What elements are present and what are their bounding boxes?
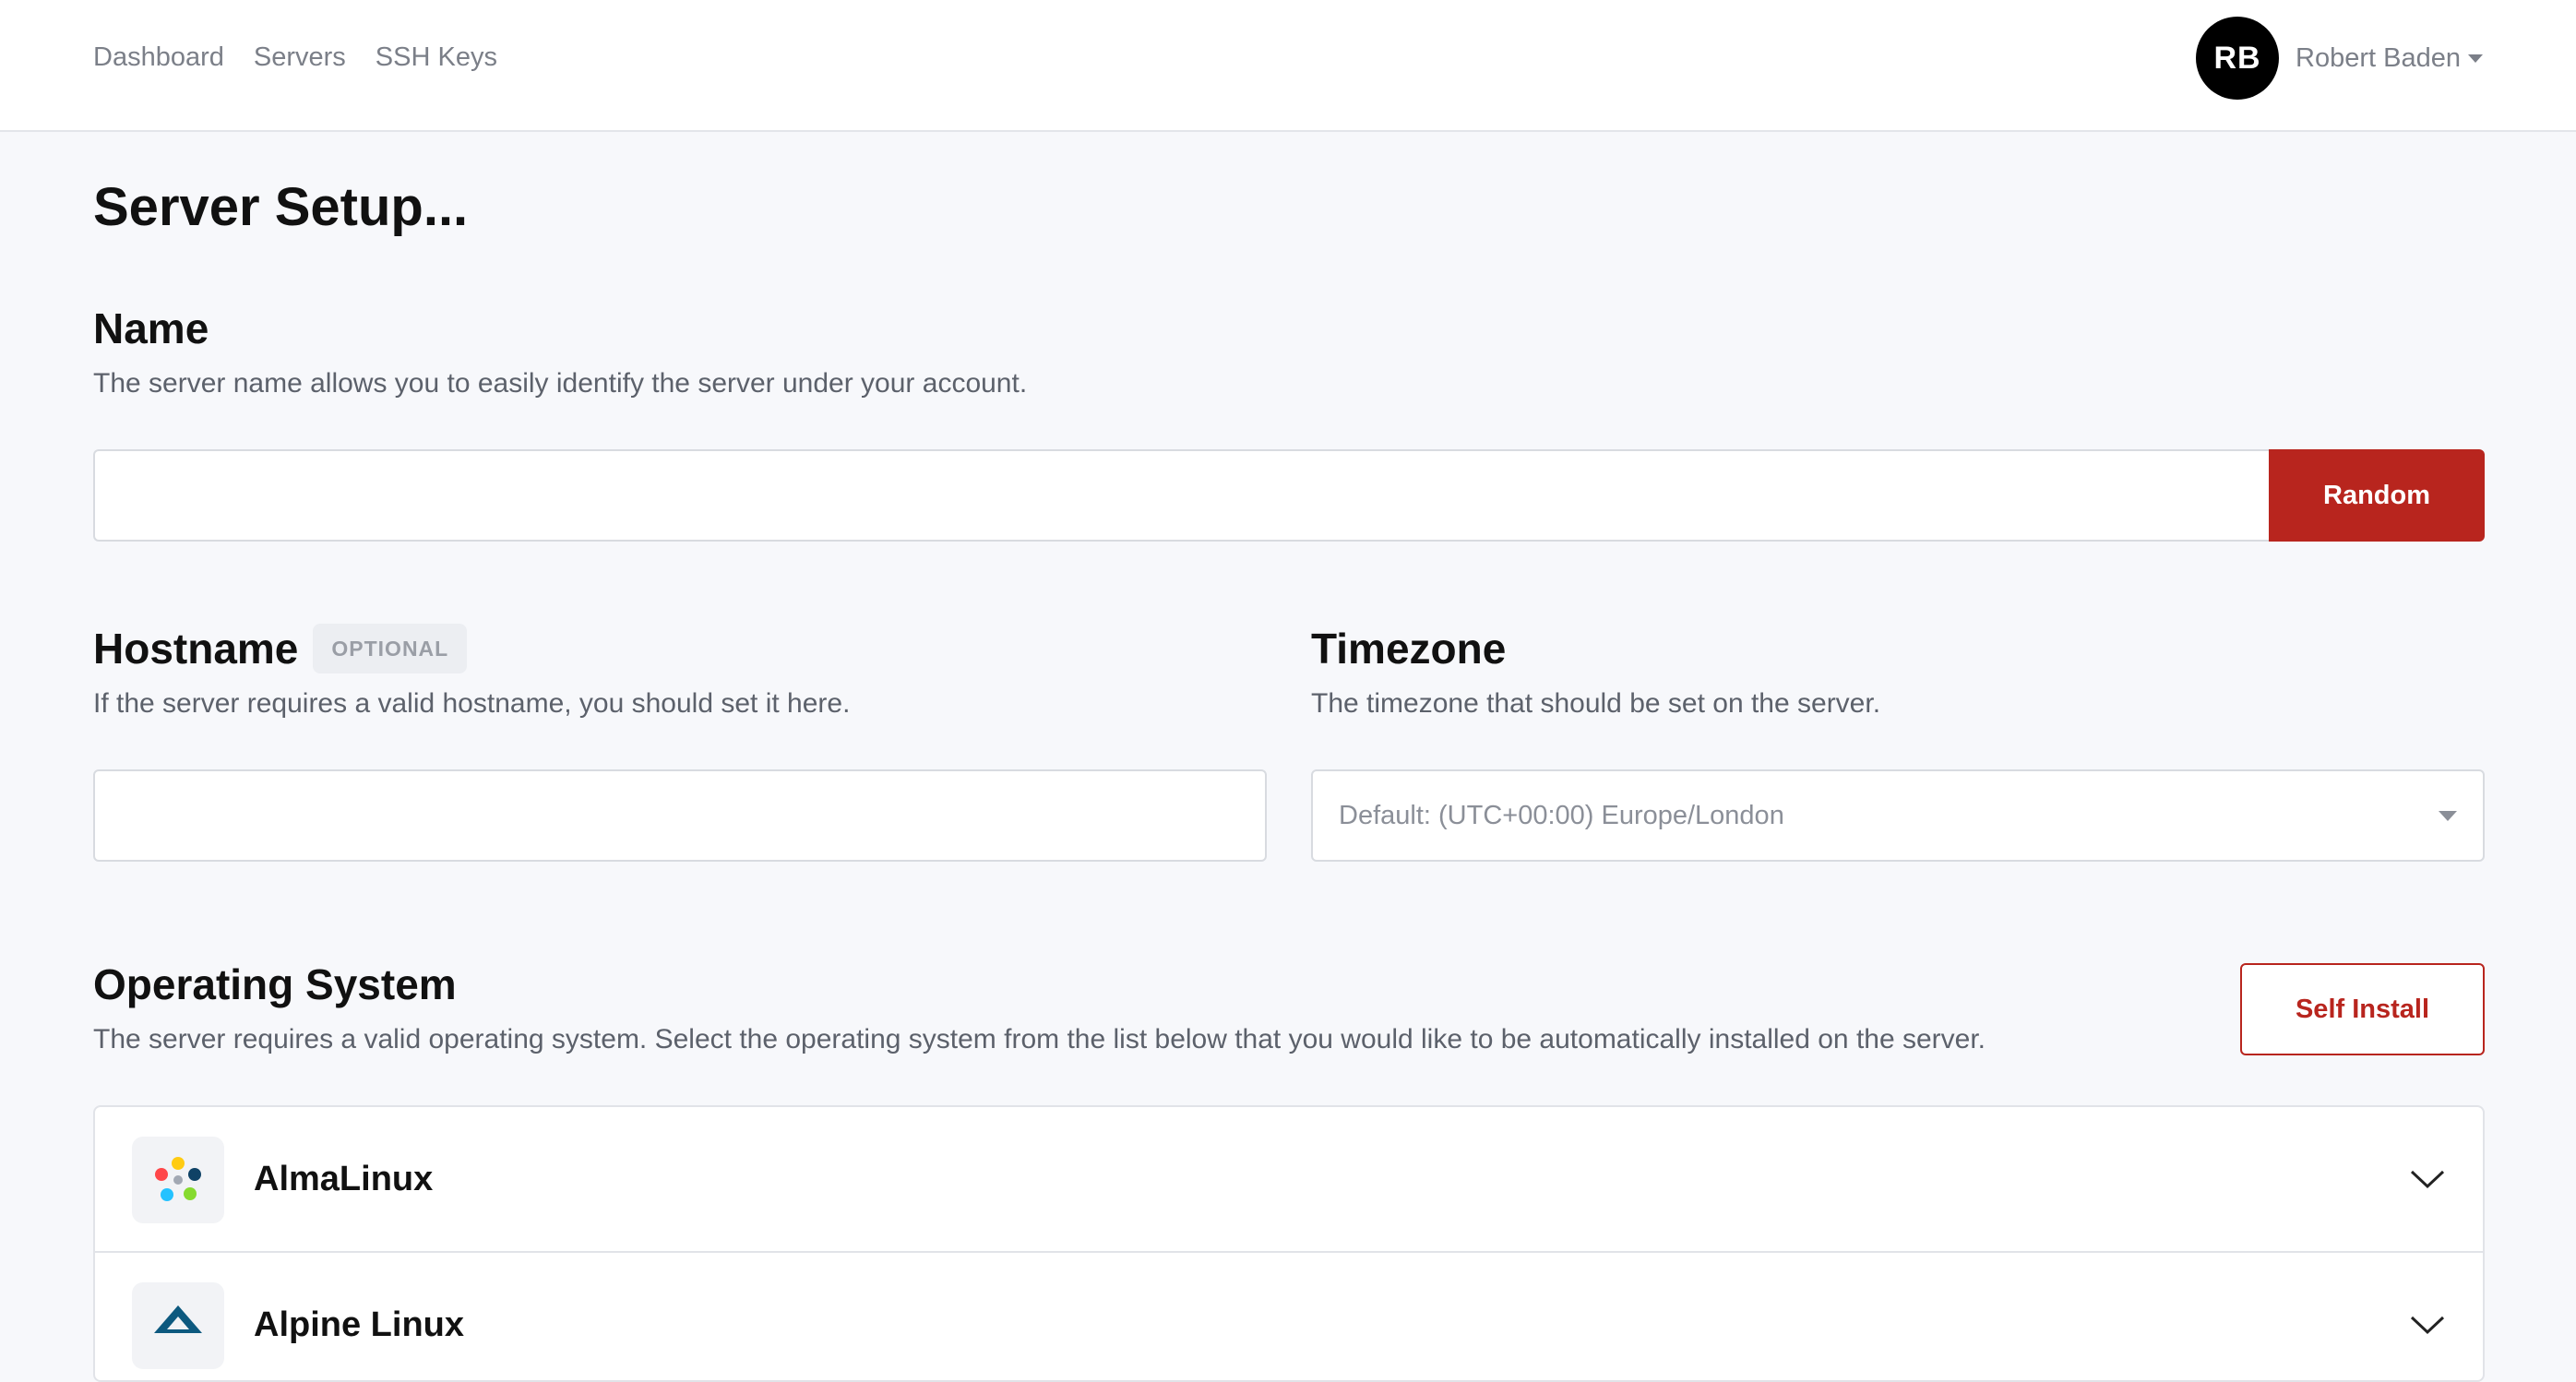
os-item-name: Alpine Linux (254, 1305, 464, 1344)
random-name-button[interactable]: Random (2269, 449, 2485, 542)
nav-dashboard[interactable]: Dashboard (93, 41, 224, 74)
timezone-title: Timezone (1311, 625, 1507, 673)
timezone-description: The timezone that should be set on the s… (1311, 688, 1881, 719)
page-title: Server Setup... (93, 177, 469, 237)
nav-servers[interactable]: Servers (254, 41, 346, 74)
os-title: Operating System (93, 960, 457, 1008)
caret-down-icon (2439, 810, 2457, 821)
top-navbar: Dashboard Servers SSH Keys RB Robert Bad… (0, 0, 2576, 132)
name-title: Name (93, 304, 209, 352)
caret-down-icon (2468, 54, 2483, 63)
chevron-down-icon[interactable] (2409, 1314, 2446, 1336)
optional-badge: OPTIONAL (313, 624, 468, 673)
nav-ssh-keys[interactable]: SSH Keys (376, 41, 497, 74)
hostname-title: Hostname (93, 625, 299, 673)
alpine-linux-logo-icon (132, 1282, 224, 1369)
chevron-down-icon[interactable] (2409, 1168, 2446, 1190)
os-description: The server requires a valid operating sy… (93, 1024, 1986, 1054)
main-nav: Dashboard Servers SSH Keys (93, 41, 497, 74)
os-item-alpine-linux[interactable]: Alpine Linux (95, 1253, 2483, 1380)
os-item-name: AlmaLinux (254, 1159, 434, 1198)
os-item-almalinux[interactable]: AlmaLinux (95, 1107, 2483, 1253)
avatar[interactable]: RB (2196, 17, 2280, 100)
user-name: Robert Baden (2296, 42, 2461, 73)
name-description: The server name allows you to easily ide… (93, 368, 1028, 399)
timezone-select[interactable]: Default: (UTC+00:00) Europe/London (1311, 769, 2485, 862)
timezone-selected-value: Default: (UTC+00:00) Europe/London (1339, 800, 1784, 830)
self-install-button[interactable]: Self Install (2240, 963, 2485, 1055)
almalinux-logo-icon (132, 1137, 224, 1223)
user-name-dropdown[interactable]: Robert Baden (2296, 43, 2483, 74)
hostname-header: Hostname OPTIONAL (93, 623, 468, 674)
os-list: AlmaLinux Alpine Linux (93, 1105, 2485, 1382)
server-name-input[interactable] (93, 449, 2271, 542)
hostname-description: If the server requires a valid hostname,… (93, 688, 851, 719)
hostname-input[interactable] (93, 769, 1267, 862)
user-menu[interactable]: RB Robert Baden (2196, 17, 2483, 100)
